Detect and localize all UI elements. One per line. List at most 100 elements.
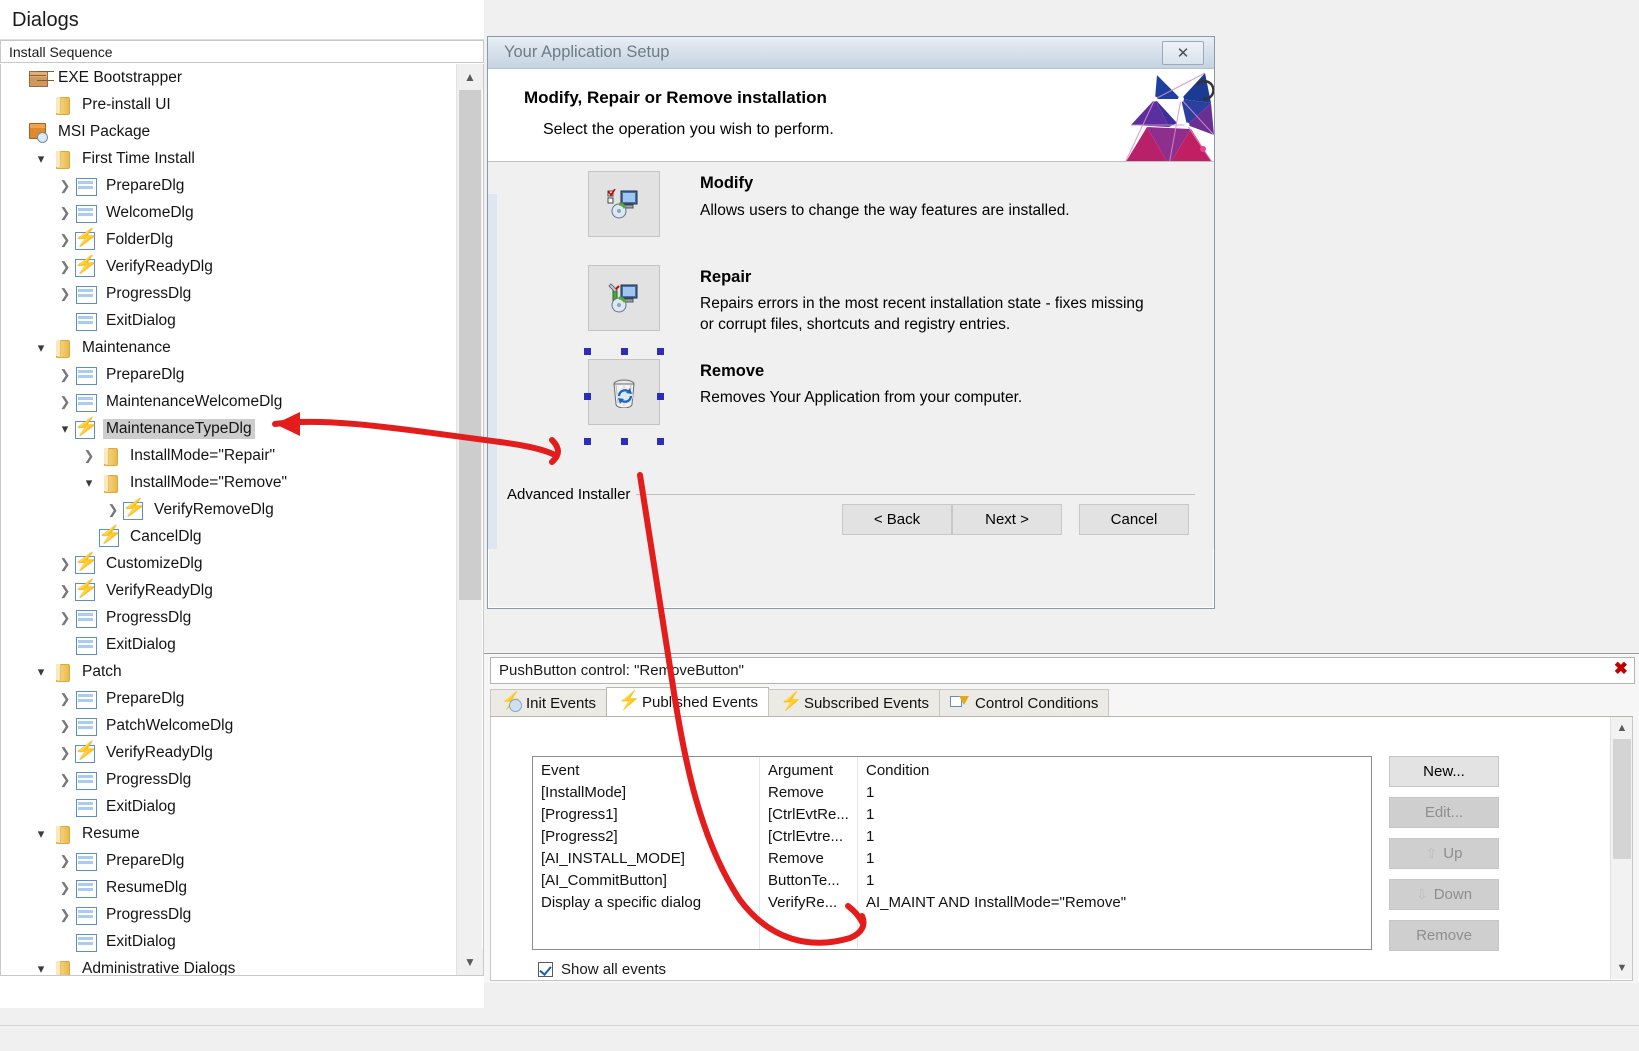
tree-item-maintenancewelcomedlg[interactable]: ❯ MaintenanceWelcomeDlg xyxy=(1,388,457,415)
chevron-down-icon[interactable]: ▾ xyxy=(31,665,51,678)
chevron-down-icon[interactable]: ▾ xyxy=(55,422,75,435)
tree-vertical-scrollbar[interactable]: ▲ ▼ xyxy=(456,64,483,975)
chevron-right-icon[interactable]: ❯ xyxy=(79,449,99,462)
tree-item-resume[interactable]: ▾ Resume xyxy=(1,820,457,847)
edit-button[interactable]: Edit... xyxy=(1389,797,1499,828)
chevron-right-icon[interactable]: ❯ xyxy=(55,908,75,921)
selection-handle[interactable] xyxy=(657,438,664,445)
tree-item-progressdlg[interactable]: ❯ ProgressDlg xyxy=(1,766,457,793)
tree-item-patchwelcomedlg[interactable]: ❯ PatchWelcomeDlg xyxy=(1,712,457,739)
down-button[interactable]: ⇩ Down xyxy=(1389,879,1499,910)
close-icon[interactable]: ✕ xyxy=(1162,41,1204,65)
chevron-right-icon[interactable]: ❯ xyxy=(55,287,75,300)
selection-handle[interactable] xyxy=(621,348,628,355)
chevron-down-icon[interactable]: ▾ xyxy=(31,152,51,165)
chevron-down-icon[interactable]: ▾ xyxy=(79,476,99,489)
tree-item-progressdlg[interactable]: ❯ ProgressDlg xyxy=(1,901,457,928)
show-all-events-checkbox[interactable] xyxy=(538,962,553,977)
selection-handle[interactable] xyxy=(584,438,591,445)
published-events-table[interactable]: Event Argument Condition [InstallMode] Remov… xyxy=(532,756,1372,950)
repair-icon[interactable] xyxy=(588,265,660,331)
events-vertical-scrollbar[interactable]: ▲ ▼ xyxy=(1610,717,1632,979)
chevron-right-icon[interactable]: ❯ xyxy=(55,719,75,732)
tree-item-verifyremovedlg[interactable]: ❯ VerifyRemoveDlg xyxy=(1,496,457,523)
show-all-events-row[interactable]: Show all events xyxy=(538,961,666,978)
back-button[interactable]: < Back xyxy=(842,504,952,535)
tab-published-events[interactable]: Published Events xyxy=(606,687,769,717)
chevron-down-icon[interactable]: ▾ xyxy=(31,962,51,975)
modify-icon[interactable] xyxy=(588,171,660,237)
chevron-right-icon[interactable]: ❯ xyxy=(55,881,75,894)
table-row[interactable]: [InstallMode] Remove 1 xyxy=(533,784,1371,806)
chevron-right-icon[interactable]: ❯ xyxy=(55,206,75,219)
scroll-down-icon[interactable]: ▼ xyxy=(457,949,483,975)
tree-item-folderdlg[interactable]: ❯ FolderDlg xyxy=(1,226,457,253)
chevron-right-icon[interactable]: ❯ xyxy=(55,692,75,705)
table-row[interactable]: Display a specific dialog VerifyRe... AI_M… xyxy=(533,894,1371,916)
scroll-up-icon[interactable]: ▲ xyxy=(457,64,483,90)
tab-subscribed-events[interactable]: Subscribed Events xyxy=(767,689,941,717)
selection-handle[interactable] xyxy=(657,348,664,355)
tree-item-msi-package[interactable]: MSI Package xyxy=(1,118,457,145)
scrollbar-thumb[interactable] xyxy=(1613,739,1631,859)
installer-dialog-preview[interactable]: Your Application Setup ✕ Modify, Repair … xyxy=(487,36,1215,609)
tab-control-conditions[interactable]: Control Conditions xyxy=(939,689,1110,717)
tree-item-administrative-dialogs[interactable]: ▾ Administrative Dialogs xyxy=(1,955,457,975)
chevron-right-icon[interactable]: ❯ xyxy=(103,503,123,516)
tree-item-preparedlg[interactable]: ❯ PrepareDlg xyxy=(1,172,457,199)
tree-item-first-time-install[interactable]: ▾ First Time Install xyxy=(1,145,457,172)
tree-item-maintenancetypedlg[interactable]: ▾ MaintenanceTypeDlg xyxy=(1,415,457,442)
tree-item-installmode-repair[interactable]: ❯ InstallMode="Repair" xyxy=(1,442,457,469)
scrollbar-thumb[interactable] xyxy=(459,90,481,600)
chevron-down-icon[interactable]: ▾ xyxy=(31,827,51,840)
tree-item-customizedlg[interactable]: ❯ CustomizeDlg xyxy=(1,550,457,577)
tree-item-verifyreadydlg[interactable]: ❯ VerifyReadyDlg xyxy=(1,577,457,604)
tree-item-exitdialog[interactable]: ExitDialog xyxy=(1,631,457,658)
tree-item-progressdlg[interactable]: ❯ ProgressDlg xyxy=(1,280,457,307)
tree-item-maintenance[interactable]: ▾ Maintenance xyxy=(1,334,457,361)
table-row[interactable]: [AI_INSTALL_MODE] Remove 1 xyxy=(533,850,1371,872)
tree-item-canceldlg[interactable]: CancelDlg xyxy=(1,523,457,550)
table-row[interactable]: [AI_CommitButton] ButtonTe... 1 xyxy=(533,872,1371,894)
new-button[interactable]: New... xyxy=(1389,756,1499,787)
remove-icon[interactable] xyxy=(588,359,660,425)
tree-item-exitdialog[interactable]: ExitDialog xyxy=(1,928,457,955)
scroll-up-icon[interactable]: ▲ xyxy=(1611,717,1632,739)
selection-handle[interactable] xyxy=(584,348,591,355)
close-panel-icon[interactable]: ✖ xyxy=(1614,659,1628,679)
chevron-right-icon[interactable]: ❯ xyxy=(55,260,75,273)
chevron-right-icon[interactable]: ❯ xyxy=(55,395,75,408)
dialogs-tree[interactable]: EXE Bootstrapper Pre-install UI MSI Pack… xyxy=(1,64,457,975)
tree-item-patch[interactable]: ▾ Patch xyxy=(1,658,457,685)
cancel-button[interactable]: Cancel xyxy=(1079,504,1189,535)
tree-item-exe-bootstrapper[interactable]: EXE Bootstrapper xyxy=(1,64,457,91)
up-button[interactable]: ⇧ Up xyxy=(1389,838,1499,869)
tree-item-verifyreadydlg[interactable]: ❯ VerifyReadyDlg xyxy=(1,253,457,280)
tree-item-progressdlg[interactable]: ❯ ProgressDlg xyxy=(1,604,457,631)
tree-item-exitdialog[interactable]: ExitDialog xyxy=(1,307,457,334)
selection-handle[interactable] xyxy=(657,393,664,400)
next-button[interactable]: Next > xyxy=(952,504,1062,535)
tab-init-events[interactable]: Init Events xyxy=(490,689,608,717)
tree-item-welcomedlg[interactable]: ❯ WelcomeDlg xyxy=(1,199,457,226)
tree-item-pre-install-ui[interactable]: Pre-install UI xyxy=(1,91,457,118)
chevron-right-icon[interactable]: ❯ xyxy=(55,368,75,381)
tree-item-preparedlg[interactable]: ❯ PrepareDlg xyxy=(1,847,457,874)
chevron-right-icon[interactable]: ❯ xyxy=(55,611,75,624)
selection-handle[interactable] xyxy=(584,393,591,400)
scroll-down-icon[interactable]: ▼ xyxy=(1611,957,1632,979)
chevron-right-icon[interactable]: ❯ xyxy=(55,854,75,867)
remove-button[interactable]: Remove xyxy=(1389,920,1499,951)
install-sequence-column-header[interactable]: Install Sequence xyxy=(0,40,484,63)
tree-item-resumedlg[interactable]: ❯ ResumeDlg xyxy=(1,874,457,901)
chevron-right-icon[interactable]: ❯ xyxy=(55,233,75,246)
chevron-right-icon[interactable]: ❯ xyxy=(55,557,75,570)
table-row[interactable]: [Progress2] [CtrlEvtre... 1 xyxy=(533,828,1371,850)
chevron-right-icon[interactable]: ❯ xyxy=(55,179,75,192)
chevron-right-icon[interactable]: ❯ xyxy=(55,584,75,597)
tree-item-verifyreadydlg[interactable]: ❯ VerifyReadyDlg xyxy=(1,739,457,766)
tree-item-installmode-remove[interactable]: ▾ InstallMode="Remove" xyxy=(1,469,457,496)
tree-item-preparedlg[interactable]: ❯ PrepareDlg xyxy=(1,361,457,388)
events-tabstrip[interactable]: Init Events Published Events Subscribed Ev… xyxy=(490,687,1110,717)
chevron-right-icon[interactable]: ❯ xyxy=(55,773,75,786)
